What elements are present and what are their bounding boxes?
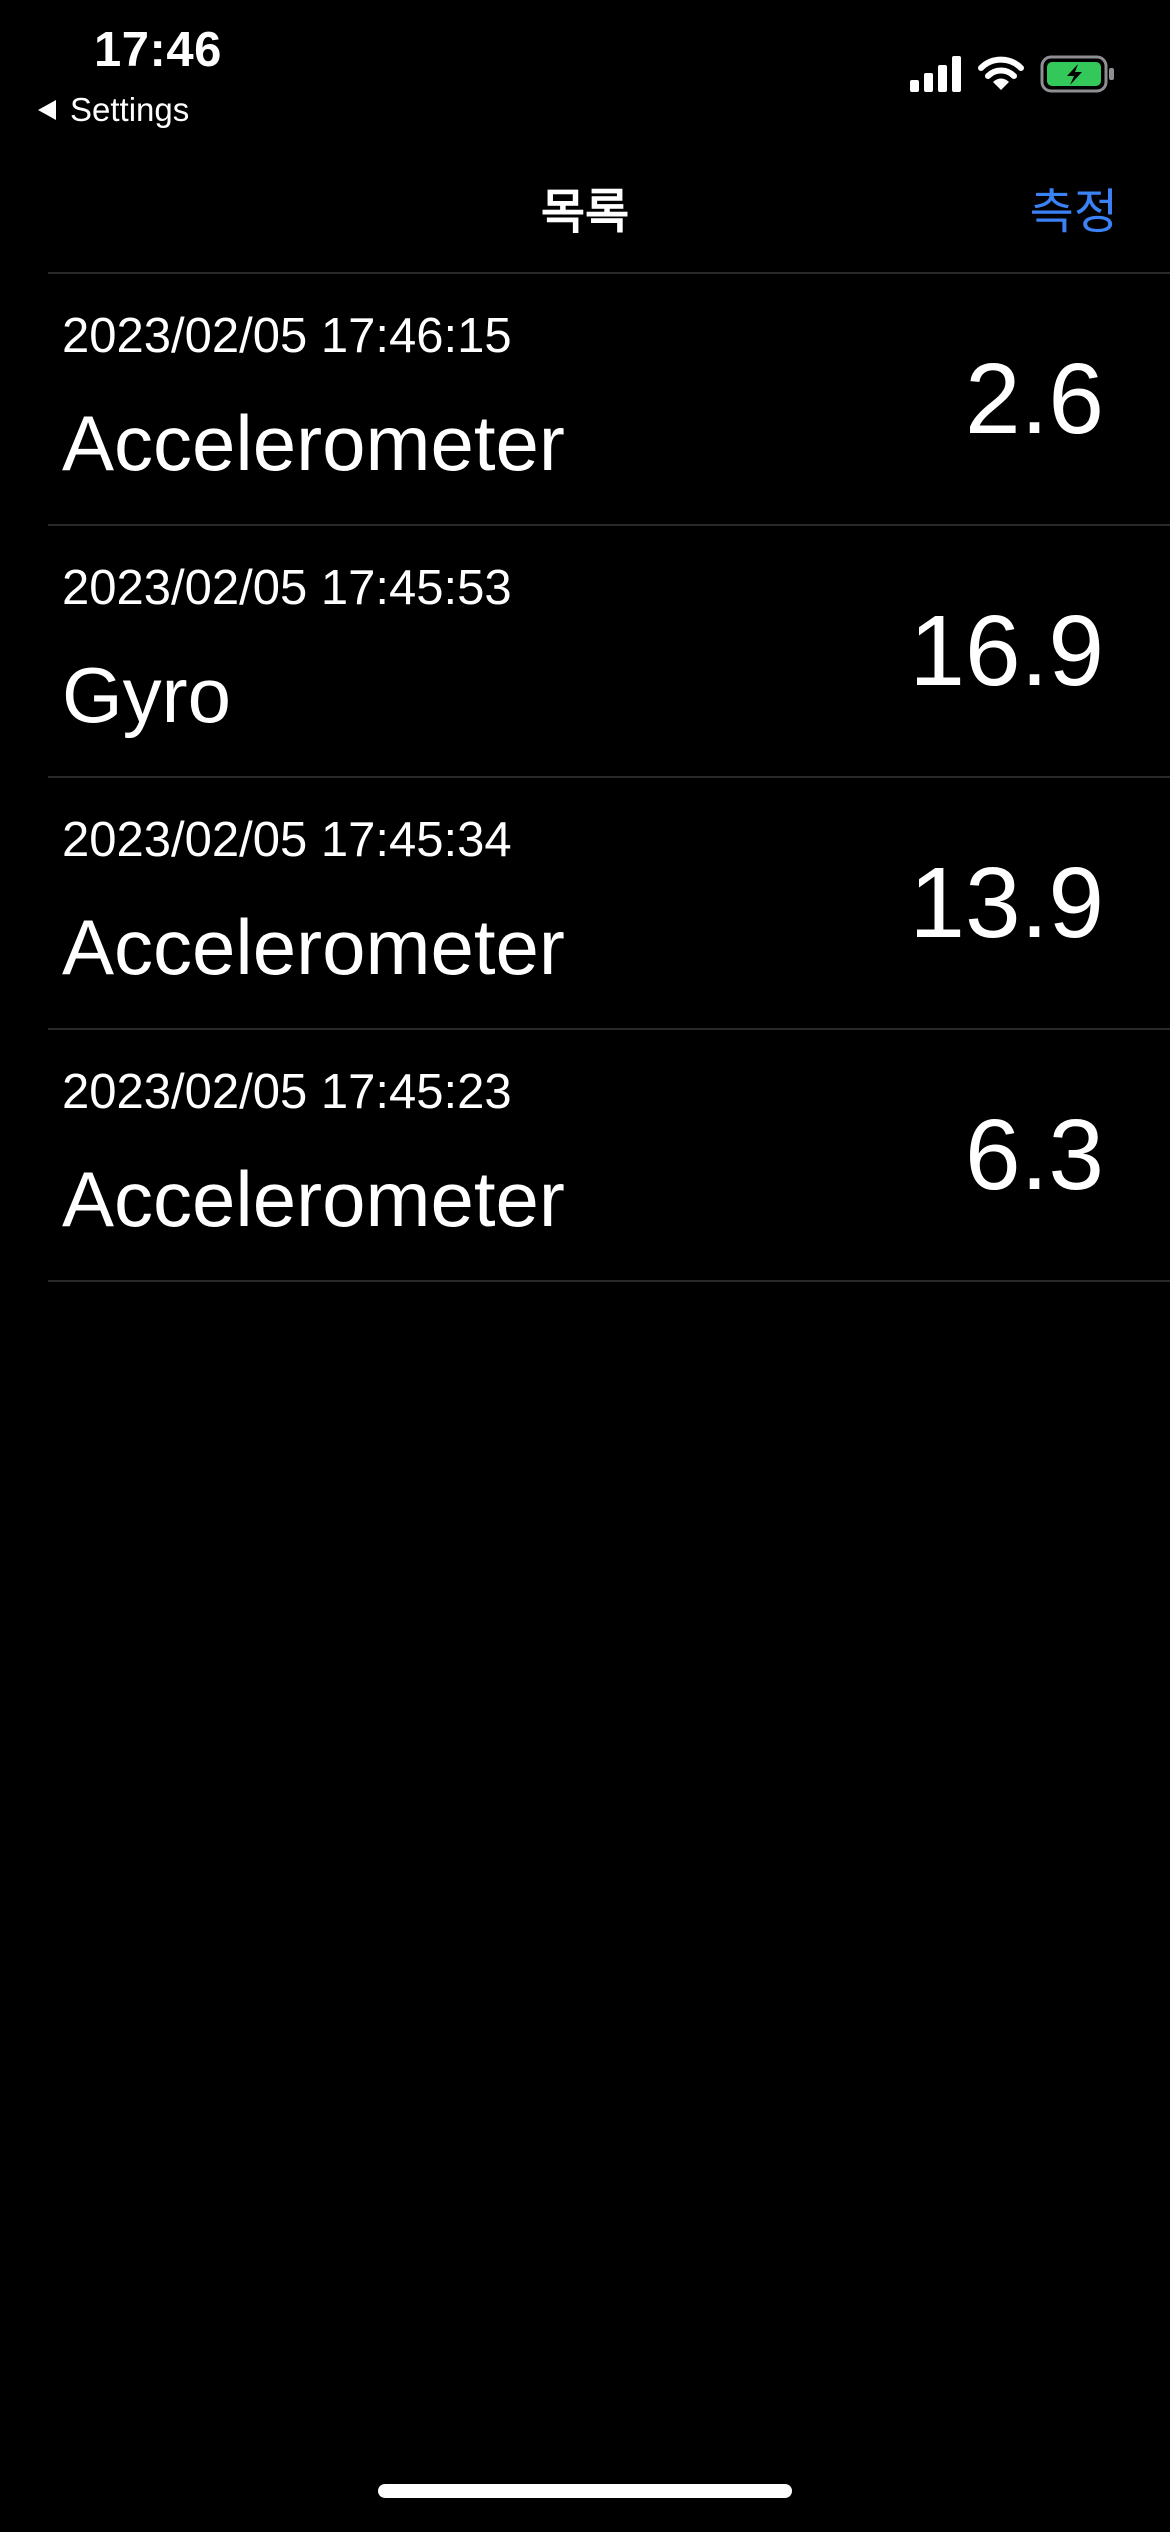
back-to-settings-link[interactable]: Settings [38,90,189,130]
records-list: 2023/02/05 17:46:15 Accelerometer 2.6 20… [48,272,1170,1282]
record-row[interactable]: 2023/02/05 17:45:23 Accelerometer 6.3 [48,1030,1170,1282]
record-row[interactable]: 2023/02/05 17:45:34 Accelerometer 13.9 [48,778,1170,1030]
record-datetime: 2023/02/05 17:45:53 [62,561,512,615]
record-value: 16.9 [909,595,1104,707]
page-title: 목록 [540,186,630,239]
back-label: Settings [70,91,190,128]
record-datetime: 2023/02/05 17:45:34 [62,813,512,867]
record-value: 6.3 [964,1099,1104,1211]
record-sensor: Accelerometer [62,1155,565,1243]
status-icons [910,52,1116,96]
battery-charging-icon [1040,55,1114,93]
home-indicator[interactable] [378,2484,792,2498]
record-sensor: Gyro [62,651,232,739]
record-value: 13.9 [909,847,1104,959]
record-row[interactable]: 2023/02/05 17:45:53 Gyro 16.9 [48,526,1170,778]
cellular-signal-icon [910,56,961,92]
record-row[interactable]: 2023/02/05 17:46:15 Accelerometer 2.6 [48,274,1170,526]
status-bar: 17:46 Settings [0,0,1170,140]
back-arrow-icon [38,100,56,120]
record-sensor: Accelerometer [62,399,565,487]
wifi-icon [978,56,1024,90]
record-value: 2.6 [964,343,1104,455]
measure-button[interactable]: 측정 [1030,172,1118,242]
navigation-bar: 목록 측정 [0,150,1170,270]
record-sensor: Accelerometer [62,903,565,991]
record-datetime: 2023/02/05 17:46:15 [62,309,512,363]
status-time: 17:46 [94,23,222,77]
record-datetime: 2023/02/05 17:45:23 [62,1065,512,1119]
